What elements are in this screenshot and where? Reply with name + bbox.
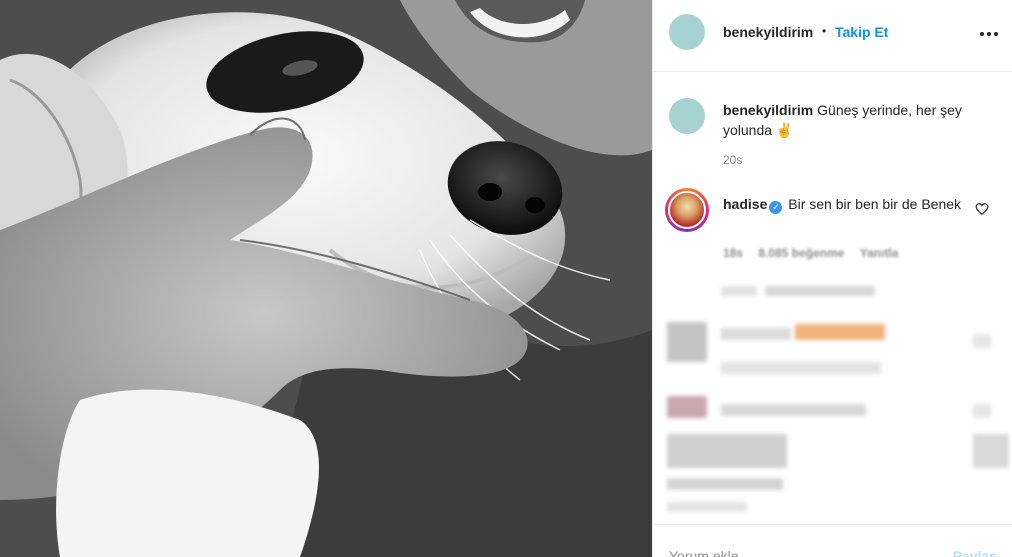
blurred-username: [721, 328, 791, 340]
comment-text: Bir sen bir ben bir de Benek: [788, 196, 962, 212]
caption-body: benekyildirim Güneş yerinde, her şey yol…: [723, 100, 993, 140]
post-side-panel: benekyildirim • Takip Et benekyildirim G…: [652, 0, 1012, 557]
comment-likes[interactable]: 8.085 beğenme: [758, 246, 844, 260]
blurred-avatar[interactable]: [667, 322, 707, 362]
header-separator: •: [822, 24, 827, 38]
verified-badge-icon: ✓: [769, 201, 783, 214]
more-horizontal-icon[interactable]: [979, 24, 999, 44]
blurred-view-replies-text: [765, 286, 875, 296]
blurred-comment-text: [721, 404, 866, 416]
caption-username[interactable]: benekyildirim: [723, 102, 813, 118]
post-header: benekyildirim • Takip Et: [653, 0, 1012, 72]
blurred-like[interactable]: [973, 334, 991, 348]
comment-timestamp[interactable]: 18s: [723, 246, 743, 260]
author-username[interactable]: benekyildirim: [723, 24, 813, 40]
blurred-view-replies[interactable]: [721, 286, 757, 296]
blurred-likes-count: [667, 478, 783, 490]
post-photo[interactable]: [0, 0, 652, 557]
commenter-avatar[interactable]: [665, 188, 709, 232]
blurred-avatar[interactable]: [667, 396, 707, 418]
reply-button[interactable]: Yanıtla: [860, 246, 899, 260]
blurred-like[interactable]: [973, 404, 991, 418]
blurred-comment-meta: [721, 362, 881, 374]
blurred-comment-text: [795, 324, 885, 340]
comment-meta: 18s 8.085 beğenme Yanıtla: [723, 246, 910, 260]
caption-timestamp[interactable]: 20s: [723, 153, 742, 167]
comment-body: hadise ✓ Bir sen bir ben bir de Benek: [723, 194, 963, 214]
follow-button[interactable]: Takip Et: [835, 24, 888, 40]
comment-input-row: Paylaş: [653, 536, 1012, 557]
author-avatar[interactable]: [669, 14, 705, 50]
comment-input[interactable]: [669, 548, 929, 557]
blurred-bookmark[interactable]: [973, 434, 1009, 468]
blurred-post-date: [667, 502, 747, 512]
blurred-action-row[interactable]: [667, 434, 787, 468]
commenter-username[interactable]: hadise: [723, 196, 767, 212]
caption-avatar[interactable]: [669, 98, 705, 134]
input-divider: [653, 524, 1012, 525]
share-button[interactable]: Paylaş: [953, 548, 997, 557]
post-photo-illustration: [0, 0, 652, 557]
heart-outline-icon[interactable]: [975, 202, 989, 216]
